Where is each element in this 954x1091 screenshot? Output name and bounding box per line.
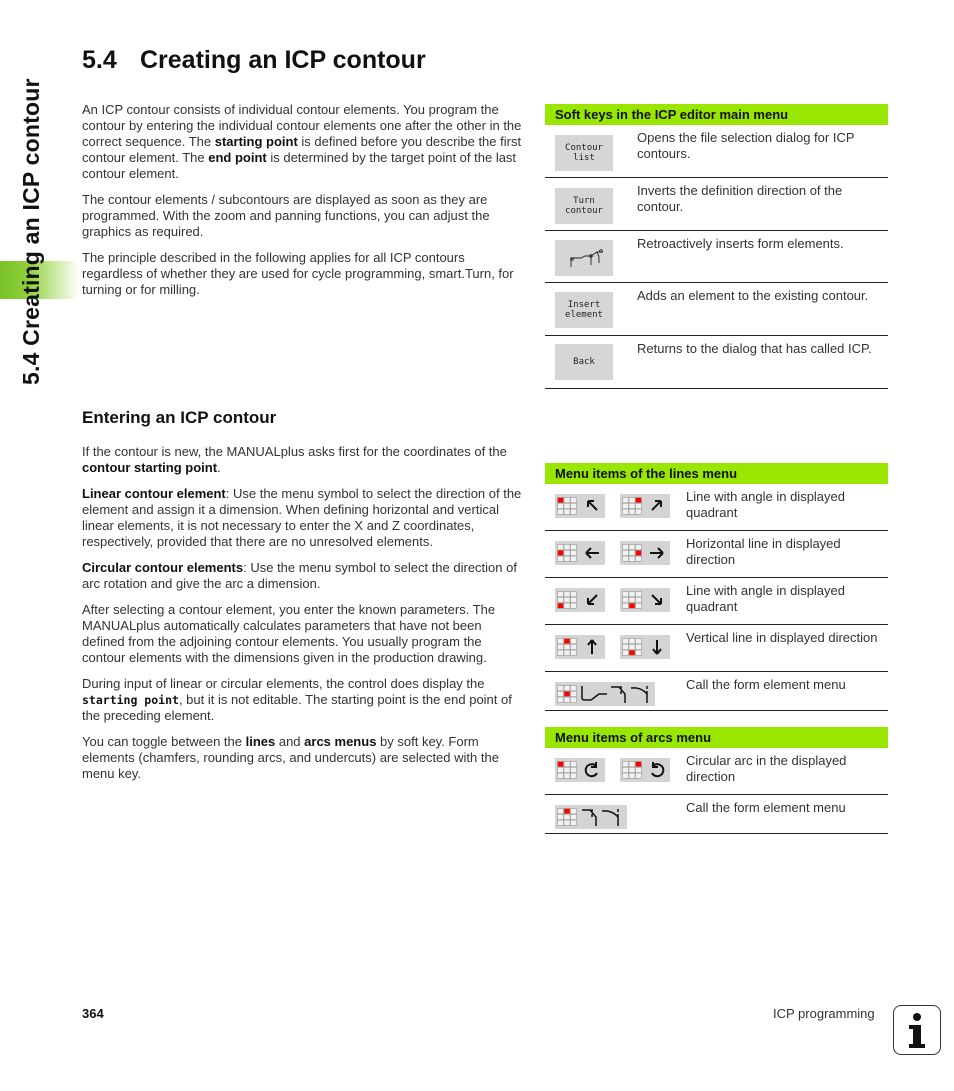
arc-counterclockwise-icon <box>651 762 665 778</box>
form-element-menu-button[interactable] <box>555 805 627 829</box>
entering-paragraph-4: After selecting a contour element, you e… <box>82 602 496 665</box>
arrow-down-left-icon <box>587 594 598 605</box>
softkeys-table-header: Soft keys in the ICP editor main menu <box>545 104 888 125</box>
row-description: Returns to the dialog that has called IC… <box>637 341 872 356</box>
grid-icon <box>622 497 642 515</box>
arrow-down-right-button[interactable] <box>620 588 670 612</box>
arrow-up-left-icon <box>587 500 598 511</box>
grid-icon <box>557 544 577 562</box>
softkeys-table: Soft keys in the ICP editor main menu Co… <box>545 104 888 389</box>
row-description: Retroactively inserts form elements. <box>637 236 844 251</box>
table-row: Retroactively inserts form elements. <box>545 231 888 283</box>
grid-icon <box>622 761 642 779</box>
table-row: Vertical line in displayed direction <box>545 625 888 672</box>
entering-paragraph-1: If the contour is new, the MANUALplus as… <box>82 444 507 475</box>
entering-paragraph-5: During input of linear or circular eleme… <box>82 676 512 723</box>
lines-menu-table: Menu items of the lines menu Line with a… <box>545 463 888 711</box>
arrow-down-button[interactable] <box>620 635 670 659</box>
arcs-menu-table: Menu items of arcs menu Circular arc in … <box>545 727 888 834</box>
row-description: Inverts the definition direction of the … <box>637 183 843 214</box>
intro-paragraph-2: The contour elements / subcontours are d… <box>82 192 490 239</box>
entering-paragraph-3: Circular contour elements: Use the menu … <box>82 560 517 591</box>
intro-text: An ICP contour consists of individual co… <box>82 102 527 308</box>
row-description: Adds an element to the existing contour. <box>637 288 869 303</box>
grid-icon <box>622 591 642 609</box>
form-element-menu-icon <box>581 686 648 703</box>
arc-clockwise-button[interactable] <box>555 758 605 782</box>
back-softkey[interactable]: Back <box>555 344 613 380</box>
table-row: Call the form element menu <box>545 672 888 711</box>
table-row: Insert element Adds an element to the ex… <box>545 283 888 336</box>
arrow-right-button[interactable] <box>620 541 670 565</box>
section-title: Creating an ICP contour <box>140 46 426 74</box>
arrow-up-left-button[interactable] <box>555 494 605 518</box>
arrow-up-right-button[interactable] <box>620 494 670 518</box>
grid-icon <box>557 497 577 515</box>
table-row: Horizontal line in displayed direction <box>545 531 888 578</box>
table-row: Contour list Opens the file selection di… <box>545 125 888 178</box>
form-element-menu-button[interactable] <box>555 682 655 706</box>
row-description: Line with angle in displayed quadrant <box>686 489 845 520</box>
grid-icon <box>557 591 577 609</box>
table-row: Call the form element menu <box>545 795 888 834</box>
table-row: Circular arc in the displayed direction <box>545 748 888 795</box>
subsection-heading: Entering an ICP contour <box>82 408 277 427</box>
table-row: Back Returns to the dialog that has call… <box>545 336 888 389</box>
row-description: Vertical line in displayed direction <box>686 630 878 645</box>
table-row: Line with angle in displayed quadrant <box>545 578 888 625</box>
page-number: 364 <box>82 1006 104 1021</box>
arc-clockwise-icon <box>584 762 598 778</box>
insert-element-softkey[interactable]: Insert element <box>555 292 613 328</box>
arrow-down-left-button[interactable] <box>555 588 605 612</box>
row-description: Horizontal line in displayed direction <box>686 536 841 567</box>
arc-counterclockwise-button[interactable] <box>620 758 670 782</box>
section-number: 5.4 <box>82 46 117 74</box>
grid-icon <box>622 544 642 562</box>
form-element-menu-icon <box>582 809 619 826</box>
arrow-down-right-icon <box>651 594 662 605</box>
row-description: Call the form element menu <box>686 677 846 692</box>
grid-icon <box>622 638 642 656</box>
form-elements-softkey[interactable] <box>555 240 613 276</box>
lines-table-header: Menu items of the lines menu <box>545 463 888 484</box>
arrow-right-icon <box>650 547 664 559</box>
chapter-side-title: 5.4 Creating an ICP contour <box>18 78 44 385</box>
turn-contour-softkey[interactable]: Turn contour <box>555 188 613 224</box>
arrow-up-right-icon <box>651 500 662 511</box>
row-description: Circular arc in the displayed direction <box>686 753 847 784</box>
intro-paragraph-3: The principle described in the following… <box>82 250 514 297</box>
arrow-up-button[interactable] <box>555 635 605 659</box>
contour-list-softkey[interactable]: Contour list <box>555 135 613 171</box>
intro-paragraph-1: An ICP contour consists of individual co… <box>82 102 522 181</box>
row-description: Call the form element menu <box>686 800 846 815</box>
arrow-left-button[interactable] <box>555 541 605 565</box>
grid-icon <box>557 761 577 779</box>
arrow-up-icon <box>587 639 597 654</box>
page-title: 5.4 Creating an ICP contour <box>82 46 426 75</box>
form-elements-icon <box>570 249 603 267</box>
row-description: Line with angle in displayed quadrant <box>686 583 845 614</box>
footer-chapter: ICP programming <box>773 1006 875 1021</box>
table-row: Line with angle in displayed quadrant <box>545 484 888 531</box>
row-description: Opens the file selection dialog for ICP … <box>637 130 855 161</box>
arcs-table-header: Menu items of arcs menu <box>545 727 888 748</box>
arrow-down-icon <box>652 640 662 655</box>
grid-icon <box>557 638 577 656</box>
arrow-left-icon <box>585 547 599 559</box>
info-icon <box>893 1005 941 1055</box>
entering-text: If the contour is new, the MANUALplus as… <box>82 444 527 792</box>
entering-paragraph-2: Linear contour element: Use the menu sym… <box>82 486 522 549</box>
entering-paragraph-6: You can toggle between the lines and arc… <box>82 734 499 781</box>
table-row: Turn contour Inverts the definition dire… <box>545 178 888 231</box>
